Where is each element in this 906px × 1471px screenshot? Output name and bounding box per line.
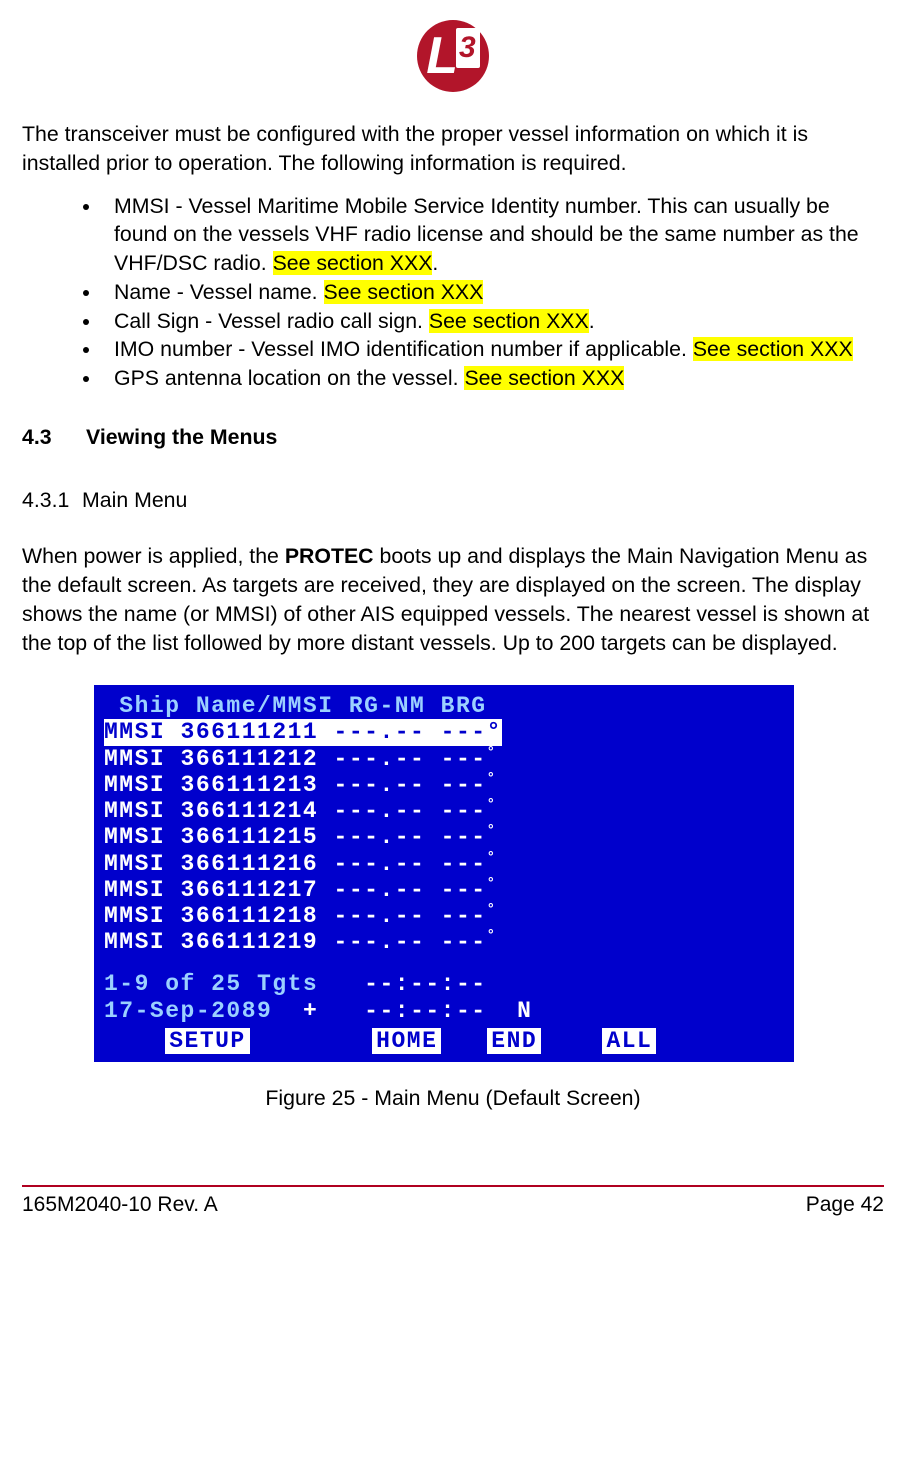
status-line-2: 17-Sep-2089 + --:--:-- N xyxy=(104,998,784,1024)
bullet-text: Name - Vessel name. xyxy=(114,280,324,304)
para-bold: PROTEC xyxy=(285,544,374,568)
section-title: Viewing the Menus xyxy=(86,425,277,449)
row-text: MMSI 366111217 ---.-- --- xyxy=(104,877,487,903)
list-item: Call Sign - Vessel radio call sign. See … xyxy=(102,307,884,336)
degree-icon: ° xyxy=(487,876,497,892)
requirements-list: MMSI - Vessel Maritime Mobile Service Id… xyxy=(22,192,884,393)
highlight-text: See section XXX xyxy=(273,251,433,275)
degree-icon: ° xyxy=(487,902,497,918)
highlight-text: See section XXX xyxy=(464,366,624,390)
row-text: MMSI 366111215 ---.-- --- xyxy=(104,824,487,850)
all-button[interactable]: ALL xyxy=(602,1028,656,1054)
row-text: MMSI 366111219 ---.-- --- xyxy=(104,929,487,955)
logo-digit: 3 xyxy=(456,28,480,69)
table-row: MMSI 366111214 ---.-- ---° xyxy=(104,798,784,824)
bullet-post: . xyxy=(589,309,595,333)
home-button[interactable]: HOME xyxy=(372,1028,441,1054)
bullet-text: MMSI - Vessel Maritime Mobile Service Id… xyxy=(114,194,859,276)
table-row: MMSI 366111215 ---.-- ---° xyxy=(104,824,784,850)
degree-icon: ° xyxy=(487,823,497,839)
table-row: MMSI 366111218 ---.-- ---° xyxy=(104,903,784,929)
table-row: MMSI 366111219 ---.-- ---° xyxy=(104,929,784,955)
degree-icon: ° xyxy=(487,771,497,787)
section-heading-4-3: 4.3Viewing the Menus xyxy=(22,423,884,452)
status-right: --:--:-- N xyxy=(318,998,532,1024)
status-line-1: 1-9 of 25 Tgts --:--:-- xyxy=(104,971,784,997)
highlight-text: See section XXX xyxy=(429,309,589,333)
subsection-number: 4.3.1 xyxy=(22,486,82,515)
row-text: MMSI 366111216 ---.-- --- xyxy=(104,851,487,877)
row-text: MMSI 366111214 ---.-- --- xyxy=(104,798,487,824)
softkey-row: SETUP HOME END ALL xyxy=(104,1028,784,1054)
status-left: 1-9 of 25 Tgts xyxy=(104,971,364,997)
logo-area: L3 xyxy=(22,20,884,92)
table-row: MMSI 366111216 ---.-- ---° xyxy=(104,851,784,877)
figure-caption: Figure 25 - Main Menu (Default Screen) xyxy=(22,1084,884,1113)
footer-right: Page 42 xyxy=(806,1191,884,1219)
list-item: IMO number - Vessel IMO identification n… xyxy=(102,335,884,364)
degree-icon: ° xyxy=(487,745,497,761)
page-footer: 165M2040-10 Rev. A Page 42 xyxy=(22,1191,884,1219)
setup-button[interactable]: SETUP xyxy=(165,1028,250,1054)
bullet-text: Call Sign - Vessel radio call sign. xyxy=(114,309,429,333)
row-text: MMSI 366111211 ---.-- --- xyxy=(104,719,487,745)
highlight-text: See section XXX xyxy=(324,280,484,304)
list-item: GPS antenna location on the vessel. See … xyxy=(102,364,884,393)
status-right: --:--:-- xyxy=(364,971,486,997)
intro-paragraph: The transceiver must be configured with … xyxy=(22,120,884,178)
table-row: MMSI 366111213 ---.-- ---° xyxy=(104,772,784,798)
degree-icon: ° xyxy=(487,719,502,745)
end-button[interactable]: END xyxy=(487,1028,541,1054)
degree-icon: ° xyxy=(487,797,497,813)
l3-logo-icon: L3 xyxy=(417,20,489,92)
list-item: MMSI - Vessel Maritime Mobile Service Id… xyxy=(102,192,884,278)
bullet-post: . xyxy=(432,251,438,275)
row-text: MMSI 366111218 ---.-- --- xyxy=(104,903,487,929)
table-row: MMSI 366111211 ---.-- ---° xyxy=(104,719,784,745)
table-row: MMSI 366111217 ---.-- ---° xyxy=(104,877,784,903)
footer-left: 165M2040-10 Rev. A xyxy=(22,1191,218,1219)
para-a: When power is applied, the xyxy=(22,544,285,568)
status-mid: + xyxy=(303,998,318,1024)
section-number: 4.3 xyxy=(22,423,86,452)
bullet-text: IMO number - Vessel IMO identification n… xyxy=(114,337,693,361)
subsection-title: Main Menu xyxy=(82,488,187,512)
highlight-text: See section XXX xyxy=(693,337,853,361)
footer-rule xyxy=(22,1185,884,1187)
list-item: Name - Vessel name. See section XXX xyxy=(102,278,884,307)
ais-display-screen: Ship Name/MMSI RG-NM BRG MMSI 366111211 … xyxy=(94,685,794,1062)
section-4-3-1-paragraph: When power is applied, the PROTEC boots … xyxy=(22,542,884,657)
table-row: MMSI 366111212 ---.-- ---° xyxy=(104,746,784,772)
status-left: 17-Sep-2089 xyxy=(104,998,303,1024)
section-heading-4-3-1: 4.3.1Main Menu xyxy=(22,486,884,515)
screen-header: Ship Name/MMSI RG-NM BRG xyxy=(104,693,784,719)
row-text: MMSI 366111212 ---.-- --- xyxy=(104,746,487,772)
screen-spacer xyxy=(104,955,784,971)
device-screenshot: Ship Name/MMSI RG-NM BRG MMSI 366111211 … xyxy=(94,685,884,1062)
degree-icon: ° xyxy=(487,928,497,944)
bullet-text: GPS antenna location on the vessel. xyxy=(114,366,464,390)
degree-icon: ° xyxy=(487,850,497,866)
row-text: MMSI 366111213 ---.-- --- xyxy=(104,772,487,798)
logo-letter: L xyxy=(426,21,458,91)
